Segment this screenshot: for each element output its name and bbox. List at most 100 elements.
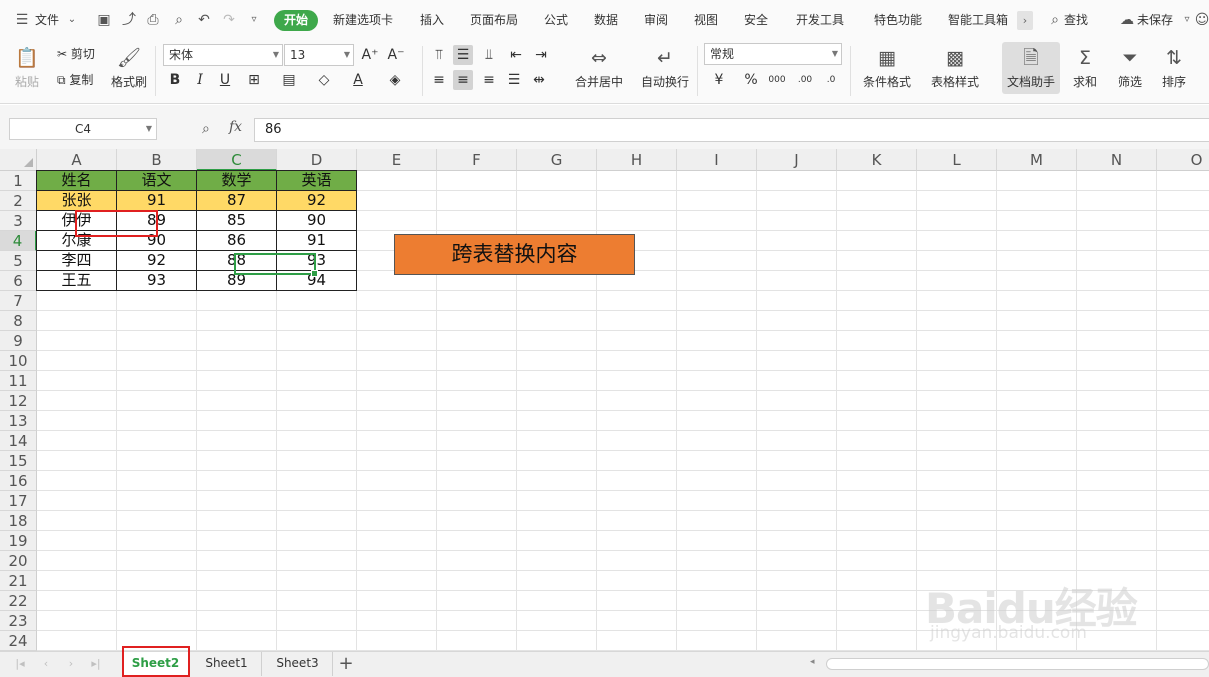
table-cell-c2[interactable]: 87 bbox=[196, 190, 277, 211]
column-header-a[interactable]: A bbox=[37, 149, 117, 171]
row-header-18[interactable]: 18 bbox=[0, 511, 37, 531]
row-header-8[interactable]: 8 bbox=[0, 311, 37, 331]
name-box[interactable]: C4 ▼ bbox=[9, 118, 157, 140]
table-cell-b2[interactable]: 91 bbox=[116, 190, 197, 211]
export-icon[interactable]: ⤴ bbox=[121, 12, 137, 28]
row-header-9[interactable]: 9 bbox=[0, 331, 37, 351]
tab-home[interactable]: 开始 bbox=[274, 10, 318, 31]
table-cell-c3[interactable]: 85 bbox=[196, 210, 277, 231]
tab-formulas[interactable]: 公式 bbox=[544, 0, 568, 40]
table-cell-b5[interactable]: 92 bbox=[116, 250, 197, 271]
row-header-15[interactable]: 15 bbox=[0, 451, 37, 471]
row-header-23[interactable]: 23 bbox=[0, 611, 37, 631]
table-cell-d4[interactable]: 91 bbox=[276, 230, 357, 251]
column-header-f[interactable]: F bbox=[437, 149, 517, 171]
column-header-k[interactable]: K bbox=[837, 149, 917, 171]
header-cell-a1[interactable]: 姓名 bbox=[36, 170, 117, 191]
wrap-text-button[interactable]: ↵ 自动换行 bbox=[640, 46, 690, 89]
table-cell-d2[interactable]: 92 bbox=[276, 190, 357, 211]
first-sheet-icon[interactable]: |◂ bbox=[13, 656, 27, 672]
row-header-19[interactable]: 19 bbox=[0, 531, 37, 551]
header-cell-c1[interactable]: 数学 bbox=[196, 170, 277, 191]
increase-decimal-icon[interactable]: .00 bbox=[795, 70, 815, 90]
table-cell-a5[interactable]: 李四 bbox=[36, 250, 117, 271]
search-icon[interactable]: ⌕ bbox=[1047, 12, 1063, 28]
chevron-down-icon[interactable]: ⌄ bbox=[64, 12, 80, 28]
print-icon[interactable]: ⎙ bbox=[145, 12, 161, 28]
row-header-22[interactable]: 22 bbox=[0, 591, 37, 611]
sheet-tab-sheet1[interactable]: Sheet1 bbox=[192, 652, 262, 676]
last-sheet-icon[interactable]: ▸| bbox=[89, 656, 103, 672]
save-icon[interactable]: ▣ bbox=[96, 12, 112, 28]
horizontal-scrollbar[interactable]: ◂ bbox=[810, 655, 1209, 673]
save-status-dropdown-icon[interactable]: ▿ bbox=[1179, 12, 1195, 28]
select-all-corner[interactable] bbox=[0, 149, 37, 171]
filter-button[interactable]: ⏷ 筛选 bbox=[1113, 46, 1147, 89]
doc-assistant-button[interactable]: 🗎 文档助手 bbox=[1004, 46, 1058, 89]
currency-icon[interactable]: ¥ bbox=[709, 70, 729, 90]
column-header-e[interactable]: E bbox=[357, 149, 437, 171]
row-header-14[interactable]: 14 bbox=[0, 431, 37, 451]
align-bottom-icon[interactable]: ⫫ bbox=[479, 45, 499, 65]
align-middle-icon[interactable]: ☰ bbox=[453, 45, 473, 65]
user-icon[interactable]: ☺ bbox=[1194, 12, 1209, 28]
tab-features[interactable]: 特色功能 bbox=[874, 0, 922, 40]
copy-button[interactable]: ⧉ 复制 bbox=[57, 70, 93, 90]
number-format-select[interactable]: 常规 ▼ bbox=[704, 43, 842, 65]
fill-pattern-icon[interactable]: ▤ bbox=[279, 70, 299, 90]
header-cell-b1[interactable]: 语文 bbox=[116, 170, 197, 191]
file-menu[interactable]: 文件 bbox=[35, 0, 59, 40]
font-size-select[interactable]: 13 ▼ bbox=[284, 44, 354, 66]
merge-center-button[interactable]: ⇔ 合并居中 bbox=[570, 46, 628, 89]
column-header-c[interactable]: C bbox=[197, 149, 277, 171]
decrease-font-icon[interactable]: A⁻ bbox=[386, 45, 406, 65]
zoom-search-icon[interactable]: ⌕ bbox=[202, 121, 210, 137]
row-header-4[interactable]: 4 bbox=[0, 231, 37, 251]
row-header-12[interactable]: 12 bbox=[0, 391, 37, 411]
row-header-6[interactable]: 6 bbox=[0, 271, 37, 291]
column-header-g[interactable]: G bbox=[517, 149, 597, 171]
table-cell-b6[interactable]: 93 bbox=[116, 270, 197, 291]
conditional-format-button[interactable]: ▦ 条件格式 bbox=[858, 46, 916, 89]
print-preview-icon[interactable]: ⌕ bbox=[171, 12, 187, 28]
undo-icon[interactable]: ↶ bbox=[196, 12, 212, 28]
decrease-decimal-icon[interactable]: .0 bbox=[821, 70, 841, 90]
tab-smart-toolbox[interactable]: 智能工具箱 bbox=[948, 0, 1008, 40]
column-header-d[interactable]: D bbox=[277, 149, 357, 171]
redo-icon[interactable]: ↷ bbox=[221, 12, 237, 28]
column-header-m[interactable]: M bbox=[997, 149, 1077, 171]
quick-access-dropdown-icon[interactable]: ▿ bbox=[246, 12, 262, 28]
underline-icon[interactable]: U bbox=[215, 70, 235, 90]
align-center-icon[interactable]: ≡ bbox=[453, 70, 473, 90]
distribute-icon[interactable]: ⇹ bbox=[529, 70, 549, 90]
row-header-17[interactable]: 17 bbox=[0, 491, 37, 511]
sort-button[interactable]: ⇅ 排序 bbox=[1157, 46, 1191, 89]
borders-icon[interactable]: ⊞ bbox=[244, 70, 264, 90]
sum-button[interactable]: Σ 求和 bbox=[1068, 46, 1102, 89]
hamburger-menu-icon[interactable]: ☰ bbox=[14, 12, 30, 28]
italic-icon[interactable]: I bbox=[190, 70, 210, 90]
align-left-icon[interactable]: ≡ bbox=[429, 70, 449, 90]
row-header-7[interactable]: 7 bbox=[0, 291, 37, 311]
tab-new-tab[interactable]: 新建选项卡 bbox=[333, 0, 393, 40]
row-header-3[interactable]: 3 bbox=[0, 211, 37, 231]
scrollbar-thumb[interactable] bbox=[826, 658, 1209, 670]
table-style-button[interactable]: ▩ 表格样式 bbox=[926, 46, 984, 89]
column-header-i[interactable]: I bbox=[677, 149, 757, 171]
row-header-5[interactable]: 5 bbox=[0, 251, 37, 271]
tab-view[interactable]: 视图 bbox=[694, 0, 718, 40]
tab-page-layout[interactable]: 页面布局 bbox=[470, 0, 518, 40]
row-header-20[interactable]: 20 bbox=[0, 551, 37, 571]
increase-indent-icon[interactable]: ⇥ bbox=[531, 45, 551, 65]
row-header-21[interactable]: 21 bbox=[0, 571, 37, 591]
tab-insert[interactable]: 插入 bbox=[420, 0, 444, 40]
font-name-select[interactable]: 宋体 ▼ bbox=[163, 44, 283, 66]
tab-security[interactable]: 安全 bbox=[744, 0, 768, 40]
cell-area[interactable]: 姓名 语文 数学 英语 张张 91 87 92 伊伊 89 85 90 尔康 90 86 91 李四 92 88 93… bbox=[36, 170, 1209, 651]
tab-data[interactable]: 数据 bbox=[594, 0, 618, 40]
table-cell-c4[interactable]: 86 bbox=[196, 230, 277, 251]
paste-button[interactable]: 📋 粘贴 bbox=[9, 46, 45, 89]
fill-color-icon[interactable]: ◇ bbox=[314, 70, 334, 90]
align-top-icon[interactable]: ⫪ bbox=[429, 45, 449, 65]
bold-icon[interactable]: B bbox=[165, 70, 185, 90]
